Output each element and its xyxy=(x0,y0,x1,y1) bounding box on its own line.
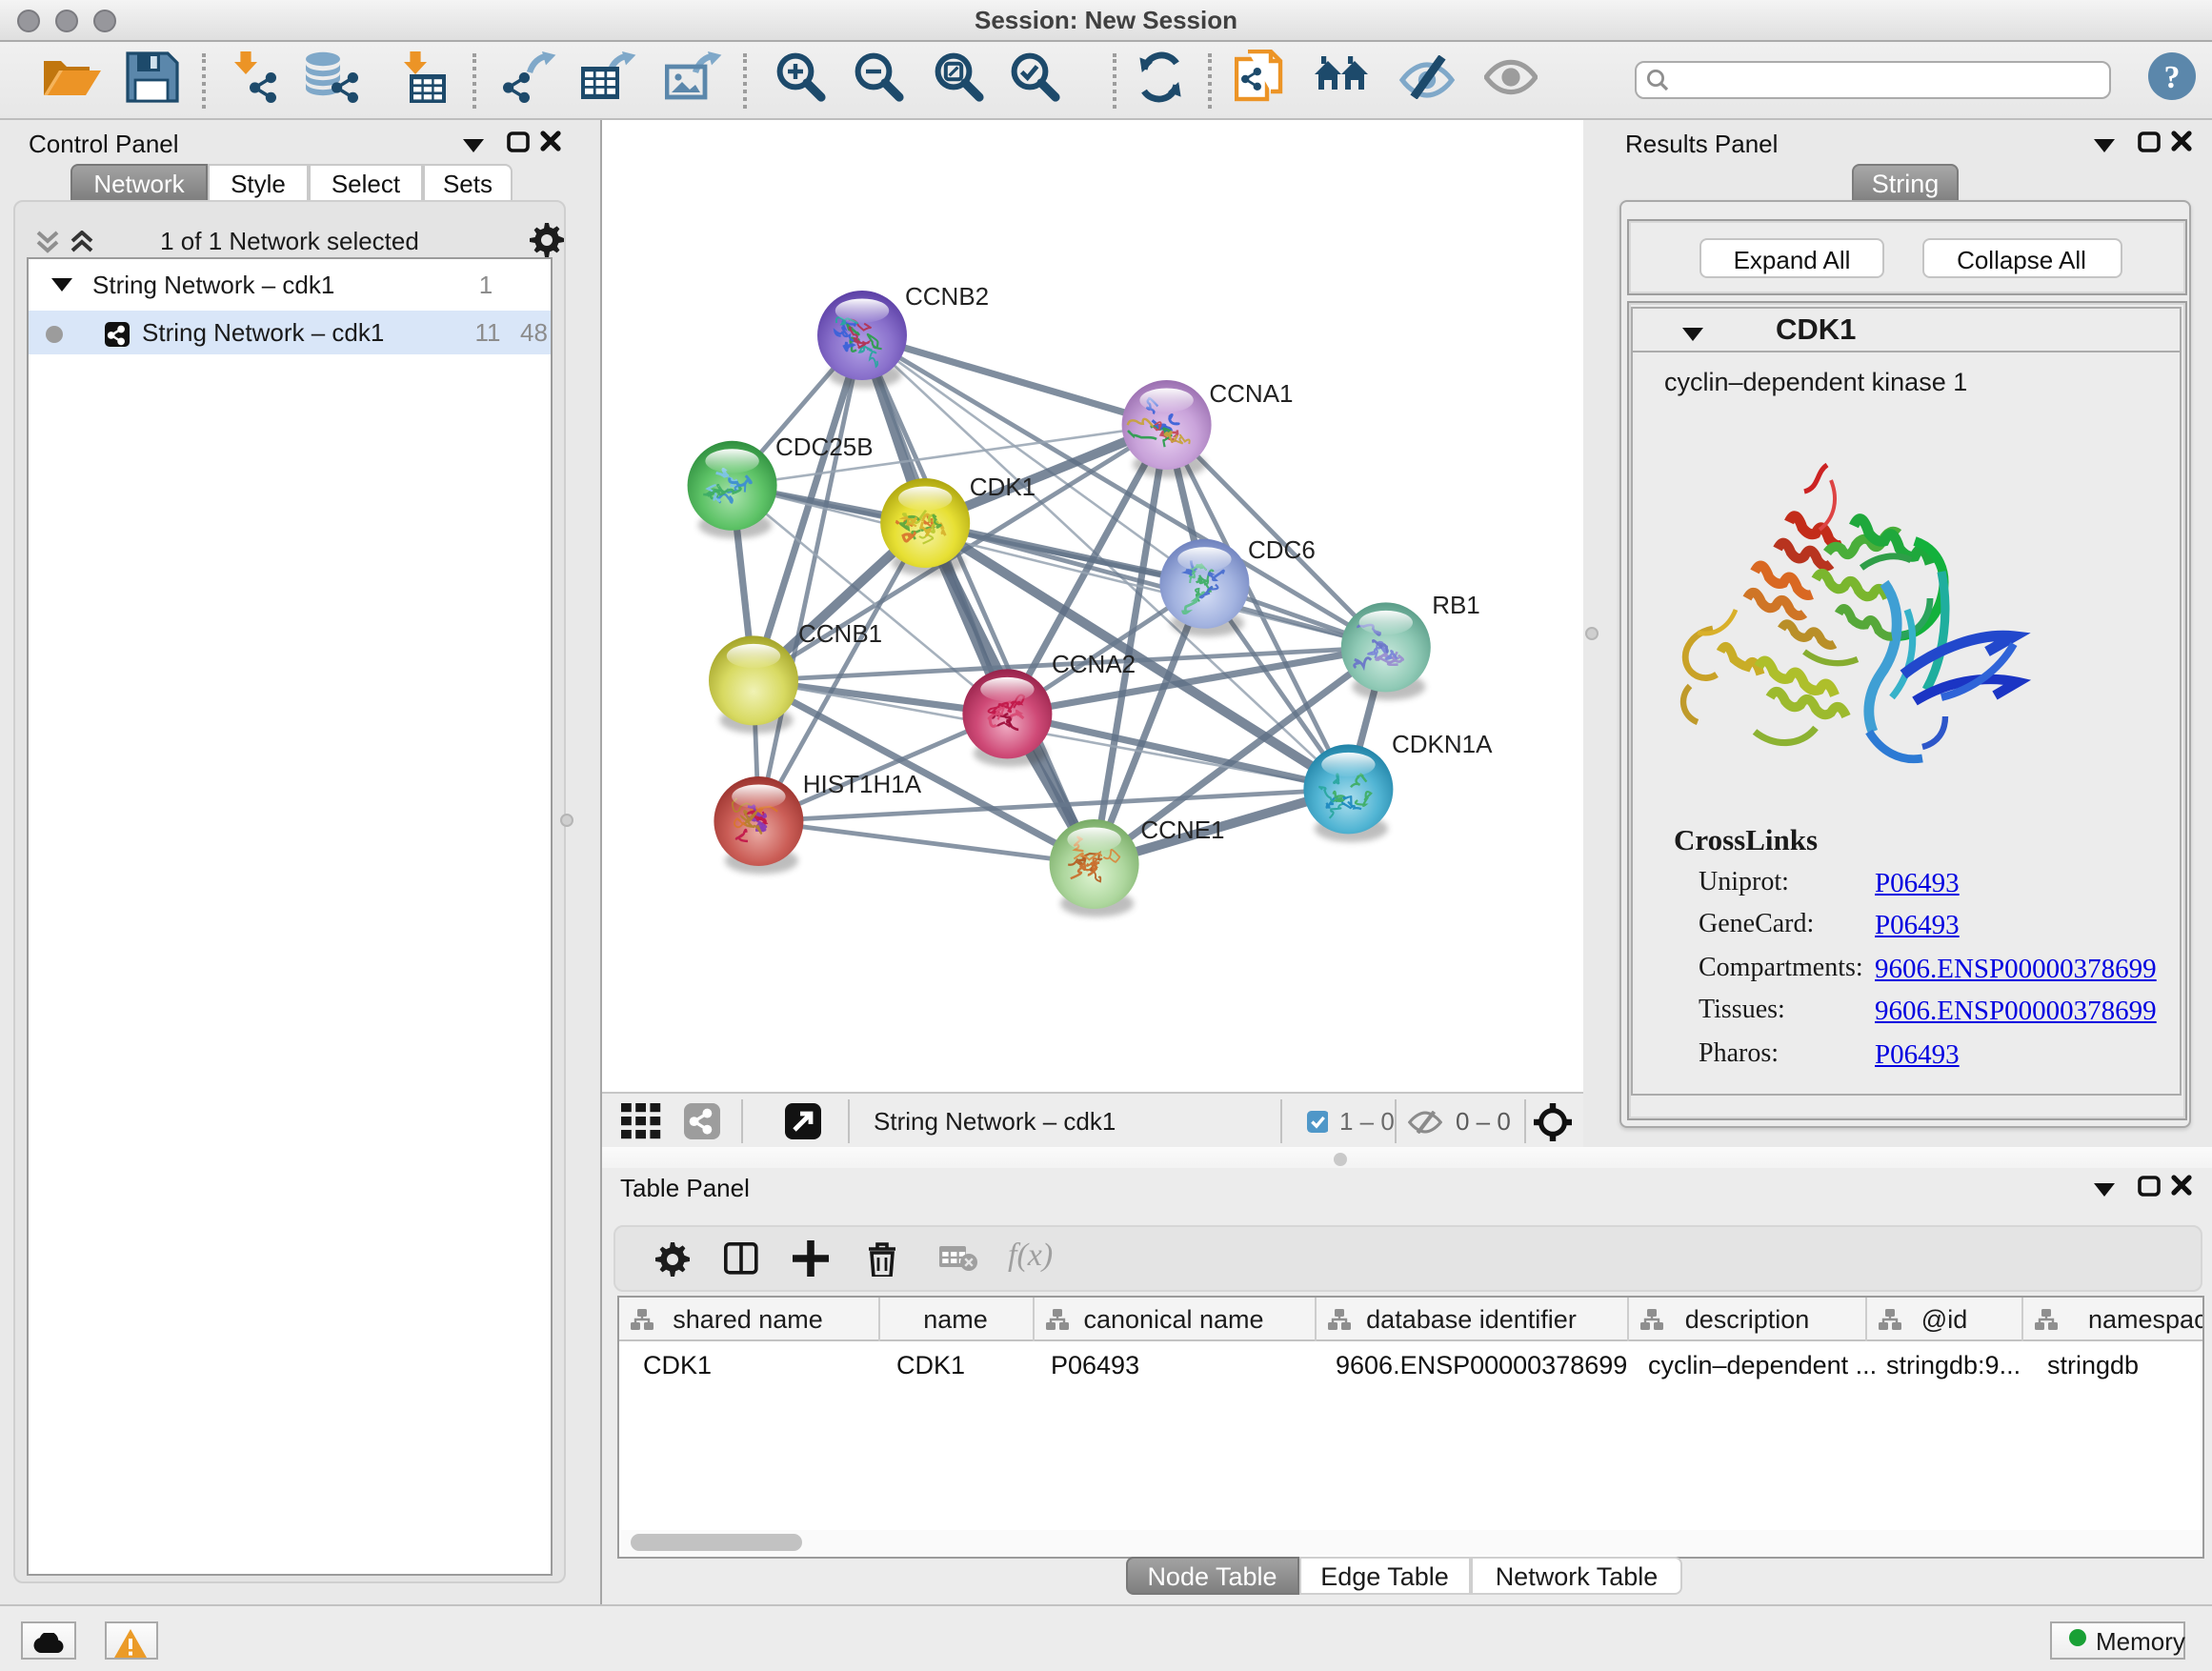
svg-text:?: ? xyxy=(2164,60,2181,95)
